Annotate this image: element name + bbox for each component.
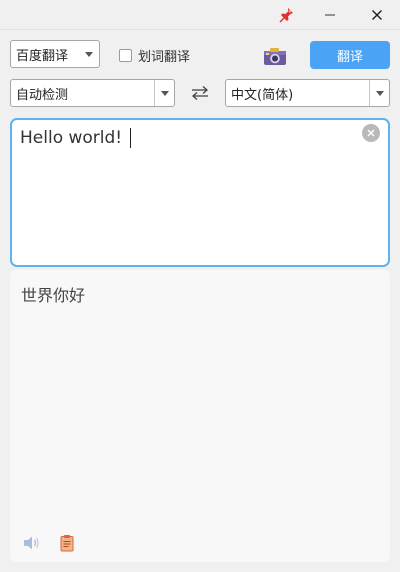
swap-arrows-icon xyxy=(192,86,208,100)
chevron-down-icon xyxy=(79,41,99,67)
screenshot-translate-button[interactable] xyxy=(262,45,288,67)
source-text-value: Hello world! xyxy=(20,128,123,148)
close-icon xyxy=(367,129,375,137)
target-language-value: 中文(简体) xyxy=(231,87,294,103)
source-text-input[interactable]: Hello world! xyxy=(10,118,390,267)
camera-icon xyxy=(264,48,286,65)
chevron-down-icon xyxy=(369,80,389,106)
minimize-icon xyxy=(325,14,335,16)
minimize-button[interactable] xyxy=(310,0,350,30)
word-select-checkbox[interactable]: 划词翻译 xyxy=(119,47,191,65)
source-text-content[interactable]: Hello world! xyxy=(20,128,132,148)
pin-button[interactable] xyxy=(266,0,306,30)
source-language-value: 自动检测 xyxy=(16,87,69,103)
word-select-label: 划词翻译 xyxy=(138,49,191,65)
translation-output-panel: 世界你好 xyxy=(10,270,390,562)
source-language-select[interactable]: 自动检测 xyxy=(10,79,175,107)
copy-button[interactable] xyxy=(58,534,76,552)
clear-input-button[interactable] xyxy=(362,124,380,142)
translate-button[interactable]: 翻译 xyxy=(310,41,390,69)
clipboard-icon xyxy=(60,535,74,552)
swap-languages-button[interactable] xyxy=(188,83,212,103)
target-language-select[interactable]: 中文(简体) xyxy=(225,79,390,107)
checkbox-box[interactable] xyxy=(119,48,132,62)
speak-button[interactable] xyxy=(22,534,42,552)
chevron-down-icon xyxy=(154,80,174,106)
close-icon xyxy=(372,10,382,20)
text-caret xyxy=(130,128,132,148)
translation-result-text: 世界你好 xyxy=(21,286,86,305)
title-bar xyxy=(0,0,400,30)
speaker-icon xyxy=(24,536,39,550)
pin-icon xyxy=(279,8,293,23)
close-button[interactable] xyxy=(357,0,397,30)
engine-select-value: 百度翻译 xyxy=(16,48,69,64)
engine-select[interactable]: 百度翻译 xyxy=(10,40,100,68)
